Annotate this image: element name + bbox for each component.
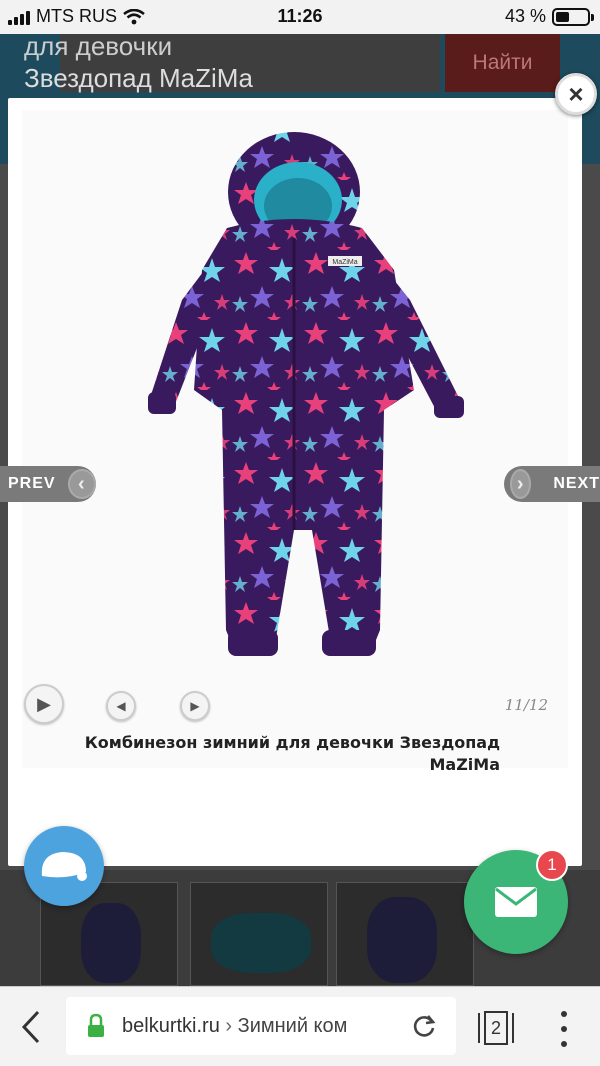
next-label: NEXT xyxy=(553,475,600,492)
tabs-button[interactable]: 2 xyxy=(474,1009,518,1047)
chevron-left-icon xyxy=(21,1010,40,1044)
next-image-button[interactable]: › NEXT xyxy=(504,466,600,502)
background-thumbnail xyxy=(336,882,474,986)
more-menu-icon[interactable] xyxy=(552,1011,576,1047)
url-domain: belkurtki.ru xyxy=(122,1014,220,1037)
battery-icon xyxy=(552,7,594,26)
chat-bubble-icon xyxy=(41,852,87,881)
image-counter: 11/12 xyxy=(504,696,548,714)
address-bar[interactable]: belkurtki.ru › Зимний ком xyxy=(66,997,456,1055)
thumb-prev-button[interactable]: ◀ xyxy=(106,691,136,721)
chevron-left-icon: ‹ xyxy=(67,469,96,499)
url-page-title: Зимний ком xyxy=(237,1014,348,1037)
background-title-line1: для девочки xyxy=(24,31,173,61)
battery-percent: 43 % xyxy=(504,6,546,26)
background-thumbnail xyxy=(190,882,328,986)
slideshow-play-button[interactable]: ▶ xyxy=(24,684,64,724)
snowsuit-image: MaZiMa xyxy=(148,132,464,656)
background-title-line2: Звездопад MaZiMa xyxy=(24,63,253,93)
background-search-button: Найти xyxy=(445,34,560,92)
status-bar: MTS RUS 11:26 43 % xyxy=(0,0,600,34)
prev-image-button[interactable]: PREV ‹ xyxy=(0,466,96,502)
chat-widget-button[interactable] xyxy=(24,826,104,906)
notification-badge: 1 xyxy=(536,849,568,881)
thumb-next-button[interactable]: ▶ xyxy=(180,691,210,721)
lock-icon xyxy=(88,1013,104,1037)
close-icon: × xyxy=(568,78,584,109)
mail-icon xyxy=(495,887,537,917)
url-separator: › xyxy=(225,1014,233,1037)
reload-icon[interactable] xyxy=(410,1012,438,1040)
chevron-right-icon: › xyxy=(510,469,532,499)
close-lightbox-button[interactable]: × xyxy=(555,73,597,115)
prev-label: PREV xyxy=(8,475,56,492)
product-image[interactable]: MaZiMa xyxy=(22,110,568,768)
tab-count: 2 xyxy=(483,1011,509,1045)
back-button[interactable] xyxy=(14,1007,48,1047)
image-caption: Комбинезон зимний для девочки Звездопад … xyxy=(84,733,500,774)
browser-toolbar: belkurtki.ru › Зимний ком 2 xyxy=(0,986,600,1066)
background-page-title: для девочки Звездопад MaZiMa xyxy=(24,31,253,94)
product-logo-tag: MaZiMa xyxy=(332,259,357,266)
